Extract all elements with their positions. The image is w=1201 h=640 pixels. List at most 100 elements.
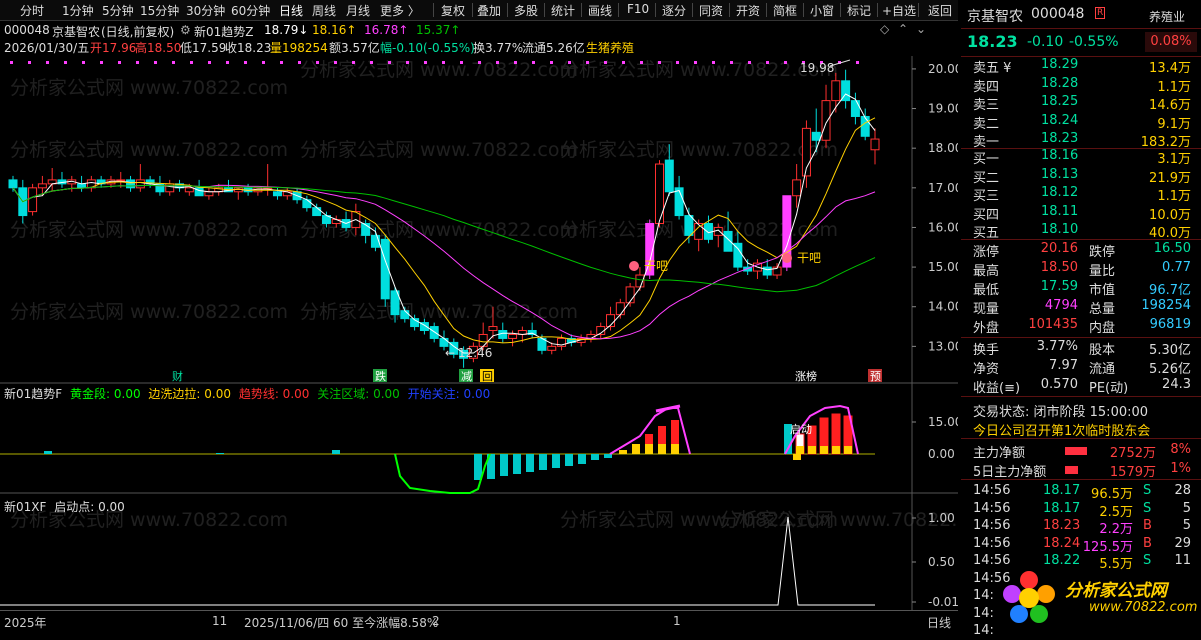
period-toolbar: 分时 1分钟 5分钟 15分钟 30分钟 60分钟 日线 周线 月线 更多 〉 … bbox=[0, 0, 958, 21]
action-same[interactable]: 同资 bbox=[699, 2, 723, 19]
company-notice[interactable]: 今日公司召开第1次临时股东会 bbox=[973, 420, 1150, 439]
indicator-bar bbox=[216, 453, 224, 454]
ask-row[interactable]: 卖二 18.24 9.1万 bbox=[961, 113, 1201, 132]
min-arrow-icon: ← bbox=[445, 346, 455, 360]
ad-logo: 分析家公式网 www.70822.com bbox=[999, 566, 1199, 630]
action-multi[interactable]: 多股 bbox=[514, 2, 538, 19]
top-dot bbox=[460, 61, 463, 64]
stat-value: 20.16 bbox=[1040, 241, 1078, 256]
tab-monthly[interactable]: 月线 bbox=[346, 2, 370, 19]
event-marker: 财 bbox=[172, 369, 183, 383]
tab-1min[interactable]: 1分钟 bbox=[62, 2, 94, 19]
top-dot bbox=[550, 61, 553, 64]
bid-volume: 1.1万 bbox=[1157, 189, 1191, 204]
tab-60min[interactable]: 60分钟 bbox=[231, 2, 270, 19]
tab-5min[interactable]: 5分钟 bbox=[102, 2, 134, 19]
bid-price: 18.12 bbox=[1041, 185, 1079, 200]
ad-url: www.70822.com bbox=[1089, 600, 1198, 615]
indicator-bar bbox=[591, 454, 599, 460]
watermark-text: 分析家公式网 www.70822.com bbox=[300, 301, 578, 323]
r-icon: R bbox=[1095, 7, 1106, 19]
top-dot bbox=[280, 61, 283, 64]
ask-row[interactable]: 卖三 18.25 14.6万 bbox=[961, 94, 1201, 113]
candle-body bbox=[478, 333, 488, 347]
fund-value-2: 24.3 bbox=[1162, 377, 1191, 392]
tick-volume: 125.5万 bbox=[1082, 539, 1133, 555]
settings-icon[interactable]: ⚙ bbox=[180, 23, 191, 37]
top-dot bbox=[370, 61, 373, 64]
quote-open: 开17.96 bbox=[90, 41, 137, 55]
stat-label-2: 市值 bbox=[1089, 283, 1116, 298]
candle-body bbox=[870, 138, 880, 151]
top-dot bbox=[424, 61, 427, 64]
flow-bar bbox=[1065, 466, 1078, 474]
action-by-min[interactable]: 逐分 bbox=[662, 2, 686, 19]
price-row: 18.23 -0.10 -0.55% 0.08% bbox=[961, 28, 1201, 57]
tab-more[interactable]: 更多 〉 bbox=[380, 2, 420, 19]
sector-label[interactable]: 养殖业 bbox=[1149, 8, 1185, 25]
action-draw[interactable]: 画线 bbox=[588, 2, 612, 19]
candle-body bbox=[615, 302, 625, 316]
bid-row[interactable]: 买三 18.12 1.1万 bbox=[961, 185, 1201, 204]
tab-30min[interactable]: 30分钟 bbox=[186, 2, 225, 19]
quote-turnover: 换3.77% bbox=[473, 41, 524, 55]
y-tick-label: 1.00 bbox=[928, 511, 955, 525]
tick-time: 14: bbox=[973, 588, 994, 603]
action-overlay[interactable]: 叠加 bbox=[477, 2, 501, 19]
watermark-text: 分析家公式网 www.70822.com bbox=[10, 77, 288, 99]
indicator-bar-base bbox=[808, 446, 816, 454]
kline-chart-area[interactable]: 分析家公式网 www.70822.com 分析家公式网 www.70822.com… bbox=[0, 56, 958, 632]
ma3-value: 16.78↑ bbox=[364, 23, 409, 37]
tick-volume: 2.5万 bbox=[1099, 504, 1133, 520]
action-open[interactable]: 开资 bbox=[736, 2, 760, 19]
fund-label-2: PE(动) bbox=[1089, 381, 1129, 396]
candle-body bbox=[792, 179, 802, 197]
signal-label: 干吧 bbox=[797, 251, 821, 265]
bid-row[interactable]: 买二 18.13 21.9万 bbox=[961, 167, 1201, 186]
action-stats[interactable]: 统计 bbox=[551, 2, 575, 19]
diamond-icon[interactable]: ◇ bbox=[880, 22, 889, 36]
y-tick-label: -0.01 bbox=[928, 595, 958, 609]
fund-value: 0.570 bbox=[1040, 377, 1078, 392]
action-adjust[interactable]: 复权 bbox=[441, 2, 465, 19]
tab-weekly[interactable]: 周线 bbox=[312, 2, 336, 19]
y-tick-label: 20.00 bbox=[928, 62, 958, 76]
indicator-bar bbox=[539, 454, 547, 470]
stat-label: 现量 bbox=[973, 302, 1000, 317]
ask-row[interactable]: 卖四 18.28 1.1万 bbox=[961, 75, 1201, 95]
ask-label: 卖五 ¥ bbox=[973, 61, 1012, 76]
action-small-window[interactable]: 小窗 bbox=[810, 2, 834, 19]
tab-15min[interactable]: 15分钟 bbox=[140, 2, 179, 19]
top-dot bbox=[316, 61, 319, 64]
tick-time: 14:56 bbox=[973, 518, 1011, 533]
action-mark[interactable]: 标记 bbox=[847, 2, 871, 19]
ask-price: 18.28 bbox=[1041, 75, 1079, 91]
ask-row[interactable]: 卖五 ¥ 18.29 13.4万 bbox=[961, 57, 1201, 76]
ask-row[interactable]: 卖一 18.23 183.2万 bbox=[961, 131, 1201, 150]
ma4-value: 15.37↑ bbox=[416, 23, 461, 37]
top-dot bbox=[406, 61, 409, 64]
top-dot bbox=[100, 61, 103, 64]
tick-price: 18.17 bbox=[1043, 483, 1081, 498]
add-favorite-button[interactable]: +自选 bbox=[882, 2, 916, 19]
tab-timeshare[interactable]: 分时 bbox=[20, 2, 44, 19]
back-button[interactable]: 返回 bbox=[928, 2, 952, 19]
top-dot bbox=[10, 61, 13, 64]
bid-row[interactable]: 买五 18.10 40.0万 bbox=[961, 222, 1201, 241]
tab-daily[interactable]: 日线 bbox=[279, 2, 303, 19]
y-tick-label: 14.00 bbox=[928, 300, 958, 314]
quote-low: 低17.59 bbox=[180, 41, 227, 55]
top-dot bbox=[298, 61, 301, 64]
action-simple[interactable]: 简框 bbox=[773, 2, 797, 19]
indicator-bar bbox=[500, 454, 508, 476]
toolbar-divider bbox=[618, 3, 619, 17]
tick-count: 5 bbox=[1182, 500, 1191, 516]
bid-row[interactable]: 买一 18.16 3.1万 bbox=[961, 148, 1201, 167]
chevron-up-icon[interactable]: ⌃ bbox=[898, 22, 908, 36]
candle-body bbox=[674, 187, 684, 217]
candle-body bbox=[733, 242, 743, 268]
chevron-down-icon[interactable]: ⌄ bbox=[916, 22, 926, 36]
action-f10[interactable]: F10 bbox=[627, 2, 649, 16]
tick-row: 14:56 18.23 2.2万 B 5 bbox=[961, 518, 1201, 537]
bid-row[interactable]: 买四 18.11 10.0万 bbox=[961, 204, 1201, 223]
